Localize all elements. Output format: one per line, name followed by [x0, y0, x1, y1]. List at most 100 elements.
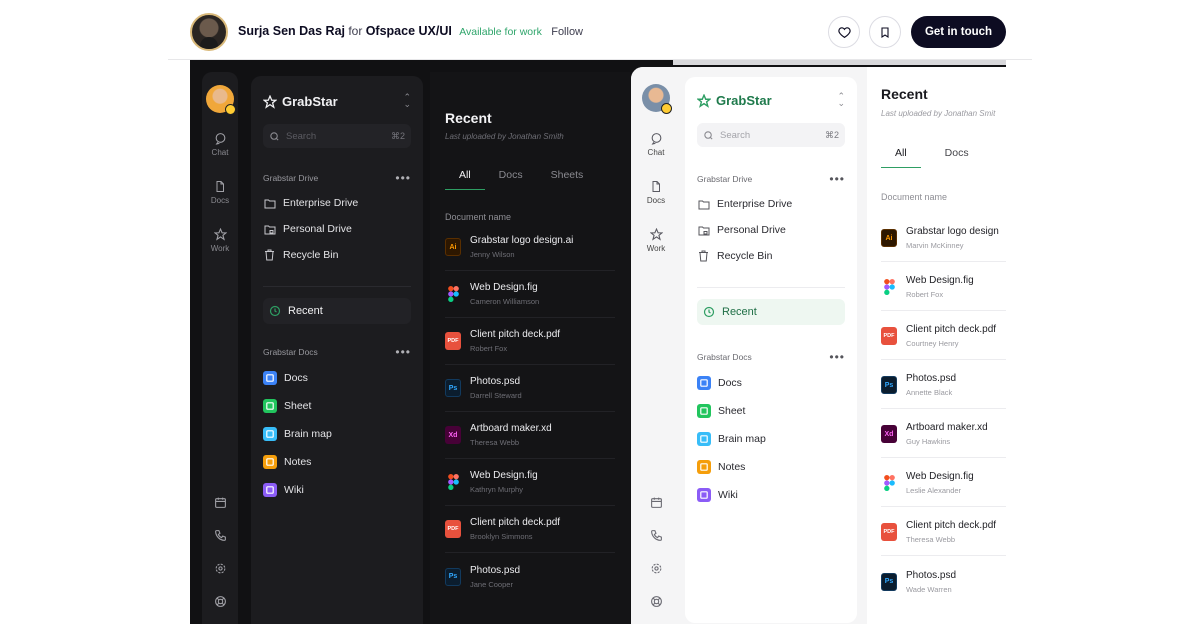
page-subtitle: Last uploaded by Jonathan Smith [445, 132, 564, 141]
file-row[interactable]: PDF Client pitch deck.pdf Brooklyn Simmons [445, 506, 615, 553]
tab-docs[interactable]: Docs [485, 160, 537, 190]
file-row[interactable]: Ps Photos.psd Annette Black [881, 362, 1006, 409]
nav-recycle-bin-light[interactable]: Recycle Bin [697, 245, 845, 267]
brand-logo-light[interactable]: GrabStar [697, 93, 772, 108]
rail-help[interactable] [202, 595, 238, 608]
pdf-file-icon: PDF [881, 523, 897, 541]
author-avatar[interactable] [190, 13, 228, 51]
star-logo-icon [697, 93, 711, 108]
sidebar-divider [263, 286, 411, 287]
rail-work-label: Work [210, 244, 230, 253]
tab-all[interactable]: All [881, 138, 921, 168]
rail-docs[interactable]: Docs [202, 180, 238, 205]
docs-section-label: Grabstar Docs [263, 347, 318, 357]
pdf-file-icon: PDF [445, 520, 461, 538]
file-owner: Courtney Henry [906, 339, 959, 348]
rail-phone-light[interactable] [638, 529, 674, 542]
nav-docs-light[interactable]: Docs [697, 372, 845, 394]
availability-badge[interactable]: Available for work [459, 26, 542, 38]
file-row[interactable]: Xd Artboard maker.xd Guy Hawkins [881, 411, 1006, 458]
folder-lock-icon [698, 226, 709, 235]
file-row[interactable]: Ai Grabstar logo design Marvin McKinney [881, 215, 1006, 262]
rail-docs-label: Docs [646, 196, 666, 205]
file-row[interactable]: Ai Grabstar logo design.ai Jenny Wilson [445, 224, 615, 271]
nav-wiki-light[interactable]: Wiki [697, 484, 845, 506]
file-row[interactable]: PDF Client pitch deck.pdf Robert Fox [445, 318, 615, 365]
file-row[interactable]: Web Design.fig Kathryn Murphy [445, 459, 615, 506]
drive-more-icon[interactable]: ••• [395, 172, 411, 184]
rail-settings[interactable] [202, 562, 238, 575]
rail-work[interactable]: Work [202, 228, 238, 253]
dark-sidebar: GrabStar ⌃ ⌄ Search ⌘2 Grabstar Drive •••… [251, 76, 423, 624]
tab-sheets[interactable]: Sheets [537, 160, 598, 190]
nav-recent[interactable]: Recent [263, 298, 411, 324]
nav-sheet[interactable]: Sheet [263, 395, 411, 417]
folder-icon [698, 200, 709, 209]
docs-more-icon[interactable]: ••• [395, 346, 411, 358]
nav-notes-light[interactable]: Notes [697, 456, 845, 478]
user-avatar[interactable] [206, 85, 236, 115]
tab-all[interactable]: All [445, 160, 485, 190]
rail-chat[interactable]: Chat [202, 132, 238, 157]
save-button[interactable] [869, 16, 901, 48]
lifebuoy-icon [650, 596, 662, 607]
rail-docs-light[interactable]: Docs [638, 180, 674, 205]
nav-notes[interactable]: Notes [263, 451, 411, 473]
nav-recycle-bin[interactable]: Recycle Bin [263, 244, 411, 266]
page-title: Recent [445, 110, 492, 126]
nav-label: Brain map [718, 433, 766, 445]
file-row[interactable]: Web Design.fig Leslie Alexander [881, 460, 1006, 507]
nav-docs[interactable]: Docs [263, 367, 411, 389]
nav-brain-map[interactable]: Brain map [263, 423, 411, 445]
rail-chat-light[interactable]: Chat [638, 132, 674, 157]
rail-calendar-light[interactable] [638, 496, 674, 509]
nav-wiki[interactable]: Wiki [263, 479, 411, 501]
tab-bar: All Docs Sheets [445, 160, 597, 190]
user-avatar-light[interactable] [642, 84, 672, 114]
trash-icon [265, 249, 274, 261]
file-row[interactable]: Ps Photos.psd Wade Warren [881, 558, 1006, 605]
team-name[interactable]: Ofspace UX/UI [366, 24, 452, 38]
lifebuoy-icon [214, 596, 226, 607]
search-input[interactable]: Search ⌘2 [263, 124, 411, 148]
docs-app-icon [697, 376, 711, 390]
author-name[interactable]: Surja Sen Das Raj [238, 24, 345, 38]
brand-logo[interactable]: GrabStar [263, 94, 338, 109]
nav-enterprise-drive-light[interactable]: Enterprise Drive [697, 193, 845, 215]
like-button[interactable] [828, 16, 860, 48]
file-row[interactable]: Ps Photos.psd Jane Cooper [445, 553, 615, 600]
nav-recent-light[interactable]: Recent [697, 299, 845, 325]
rail-calendar[interactable] [202, 496, 238, 509]
file-row[interactable]: Xd Artboard maker.xd Theresa Webb [445, 412, 615, 459]
nav-brain-map-light[interactable]: Brain map [697, 428, 845, 450]
nav-personal-drive[interactable]: Personal Drive [263, 218, 411, 240]
file-row[interactable]: Web Design.fig Cameron Williamson [445, 271, 615, 318]
file-row[interactable]: PDF Client pitch deck.pdf Courtney Henry [881, 313, 1006, 360]
nav-label: Enterprise Drive [717, 198, 793, 210]
file-row[interactable]: PDF Client pitch deck.pdf Theresa Webb [881, 509, 1006, 556]
rail-phone[interactable] [202, 529, 238, 542]
nav-sheet-light[interactable]: Sheet [697, 400, 845, 422]
rail-work-light[interactable]: Work [638, 228, 674, 253]
file-row[interactable]: Ps Photos.psd Darrell Steward [445, 365, 615, 412]
pdf-file-icon: PDF [881, 327, 897, 345]
light-sidebar: GrabStar ⌃ ⌄ Search ⌘2 Grabstar Drive •••… [685, 77, 857, 623]
clock-icon [703, 306, 715, 318]
nav-enterprise-drive[interactable]: Enterprise Drive [263, 192, 411, 214]
docs-more-icon[interactable]: ••• [829, 351, 845, 363]
tab-bar: All Docs [881, 138, 983, 168]
nav-personal-drive-light[interactable]: Personal Drive [697, 219, 845, 241]
star-icon [213, 228, 227, 241]
workspace-switch-icon[interactable]: ⌃ ⌄ [403, 93, 411, 109]
follow-link[interactable]: Follow [551, 26, 583, 38]
search-input-light[interactable]: Search ⌘2 [697, 123, 845, 147]
nav-label: Brain map [284, 428, 332, 440]
drive-more-icon[interactable]: ••• [829, 173, 845, 185]
workspace-switch-icon[interactable]: ⌃ ⌄ [837, 92, 845, 108]
tab-docs[interactable]: Docs [921, 138, 983, 168]
rail-settings-light[interactable] [638, 562, 674, 575]
rail-help-light[interactable] [638, 595, 674, 608]
get-in-touch-button[interactable]: Get in touch [911, 16, 1006, 48]
file-row[interactable]: Web Design.fig Robert Fox [881, 264, 1006, 311]
file-owner: Jenny Wilson [470, 250, 515, 259]
